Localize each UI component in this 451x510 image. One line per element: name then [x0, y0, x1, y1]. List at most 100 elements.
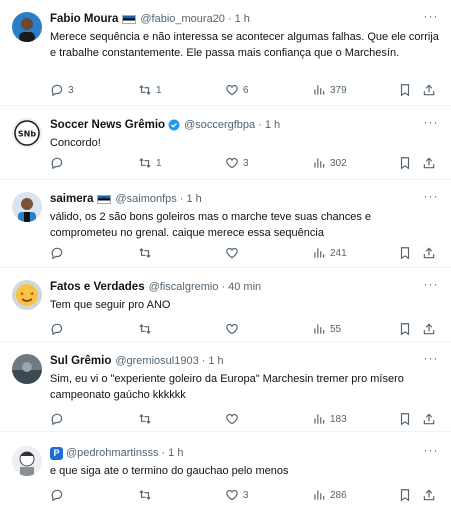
timestamp[interactable]: 1 h	[168, 445, 183, 461]
bookmark-button[interactable]	[398, 156, 412, 170]
tweet-soccer-news-gremio[interactable]: SNb Soccer News Grêmio @soccergfbpa · 1 …	[0, 106, 451, 180]
retweet-button[interactable]	[138, 412, 156, 426]
bookmark-button[interactable]	[398, 83, 412, 97]
avatar[interactable]: SNb	[12, 118, 42, 148]
retweet-icon	[139, 85, 151, 95]
share-button[interactable]	[422, 83, 436, 97]
share-button[interactable]	[422, 156, 436, 170]
author-handle[interactable]: @fabio_moura20	[140, 11, 225, 27]
tweet-fatos-e-verdades[interactable]: Fatos e Verdades @fiscalgremio · 40 min …	[0, 268, 451, 342]
more-options-icon[interactable]: ···	[423, 10, 439, 23]
estonia-flag-icon	[122, 14, 137, 24]
view-count: 55	[330, 323, 342, 335]
more-options-icon[interactable]: ···	[423, 116, 439, 129]
tweet-header: P @pedrohmartinsss · 1 h	[50, 445, 439, 461]
reply-button[interactable]	[50, 412, 68, 426]
bookmark-button[interactable]	[398, 246, 412, 260]
share-icon	[423, 157, 435, 169]
reply-button[interactable]: 3	[50, 83, 74, 97]
author-handle[interactable]: @gremiosul1903	[115, 353, 198, 369]
tweet-actions: 183	[50, 410, 441, 428]
bookmark-button[interactable]	[398, 488, 412, 502]
more-options-icon[interactable]: ···	[423, 190, 439, 203]
tweet-sul-gremio[interactable]: Sul Grêmio @gremiosul1903 · 1 h Sim, eu …	[0, 342, 451, 432]
reply-button[interactable]	[50, 322, 68, 336]
author-name[interactable]: saimera	[50, 191, 93, 207]
more-options-icon[interactable]: ···	[423, 278, 439, 291]
avatar[interactable]	[12, 192, 42, 222]
author-name[interactable]: Soccer News Grêmio	[50, 117, 165, 133]
reply-button[interactable]	[50, 156, 68, 170]
share-button[interactable]	[422, 488, 436, 502]
tweet-actions: 1 3 302	[50, 154, 441, 172]
tweet-text: Merece sequência e não interessa se acon…	[50, 31, 439, 59]
timestamp[interactable]: 1 h	[208, 353, 223, 369]
like-count: 3	[243, 489, 249, 501]
timestamp[interactable]: 40 min	[228, 279, 261, 295]
timestamp[interactable]: 1 h	[235, 11, 250, 27]
views-button[interactable]: 379	[312, 83, 347, 97]
like-button[interactable]	[225, 412, 243, 426]
retweet-button[interactable]	[138, 246, 156, 260]
views-button[interactable]: 183	[312, 412, 347, 426]
reply-icon	[51, 84, 63, 97]
bookmark-button[interactable]	[398, 412, 412, 426]
retweet-button[interactable]	[138, 488, 156, 502]
views-button[interactable]: 286	[312, 488, 347, 502]
share-icon	[423, 413, 435, 425]
like-button[interactable]	[225, 322, 243, 336]
share-icon	[423, 84, 435, 96]
bookmark-button[interactable]	[398, 322, 412, 336]
reply-count: 3	[68, 84, 74, 96]
timestamp[interactable]: 1 h	[186, 191, 201, 207]
author-handle[interactable]: @saimonfps	[115, 191, 176, 207]
retweet-button[interactable]: 1	[138, 156, 162, 170]
avatar[interactable]	[12, 446, 42, 476]
heart-icon	[226, 323, 238, 335]
reply-icon	[51, 323, 63, 336]
analytics-icon	[314, 490, 325, 500]
reply-icon	[51, 489, 63, 502]
retweet-icon	[139, 490, 151, 500]
tweet-actions: 3 1 6 379	[50, 81, 441, 99]
tweet-header: Fabio Moura @fabio_moura20 · 1 h	[50, 11, 439, 27]
author-handle[interactable]: @soccergfbpa	[184, 117, 255, 133]
like-button[interactable]: 6	[225, 83, 249, 97]
tweet-pedrohmartinsss[interactable]: P @pedrohmartinsss · 1 h e que siga ate …	[0, 432, 451, 510]
heart-icon	[226, 489, 238, 501]
avatar[interactable]	[12, 280, 42, 310]
view-count: 379	[330, 84, 347, 96]
reply-icon	[51, 157, 63, 170]
tweet-saimera[interactable]: saimera @saimonfps · 1 h válido, os 2 sã…	[0, 180, 451, 268]
reply-button[interactable]	[50, 488, 68, 502]
avatar[interactable]	[12, 12, 42, 42]
reply-button[interactable]	[50, 246, 68, 260]
views-button[interactable]: 302	[312, 156, 347, 170]
share-button[interactable]	[422, 412, 436, 426]
tweet-text: e que siga ate o termino do gauchao pelo…	[50, 465, 289, 477]
views-button[interactable]: 241	[312, 246, 347, 260]
like-button[interactable]: 3	[225, 156, 249, 170]
author-name[interactable]: Sul Grêmio	[50, 353, 111, 369]
author-handle[interactable]: @pedrohmartinsss	[66, 445, 158, 461]
tweet-text: válido, os 2 são bons goleiros mas o mar…	[50, 211, 372, 239]
like-button[interactable]	[225, 246, 243, 260]
author-name[interactable]: Fatos e Verdades	[50, 279, 145, 295]
more-options-icon[interactable]: ···	[423, 444, 439, 457]
analytics-icon	[314, 85, 325, 95]
retweet-button[interactable]	[138, 322, 156, 336]
tweet-fabio-moura[interactable]: Fabio Moura @fabio_moura20 · 1 h Merece …	[0, 0, 451, 106]
more-options-icon[interactable]: ···	[423, 352, 439, 365]
like-button[interactable]: 3	[225, 488, 249, 502]
author-name[interactable]: Fabio Moura	[50, 11, 118, 27]
analytics-icon	[314, 414, 325, 424]
retweet-button[interactable]: 1	[138, 83, 162, 97]
timestamp[interactable]: 1 h	[265, 117, 280, 133]
share-button[interactable]	[422, 246, 436, 260]
avatar[interactable]	[12, 354, 42, 384]
share-icon	[423, 489, 435, 501]
share-button[interactable]	[422, 322, 436, 336]
retweet-icon	[139, 158, 151, 168]
views-button[interactable]: 55	[312, 322, 341, 336]
author-handle[interactable]: @fiscalgremio	[149, 279, 219, 295]
